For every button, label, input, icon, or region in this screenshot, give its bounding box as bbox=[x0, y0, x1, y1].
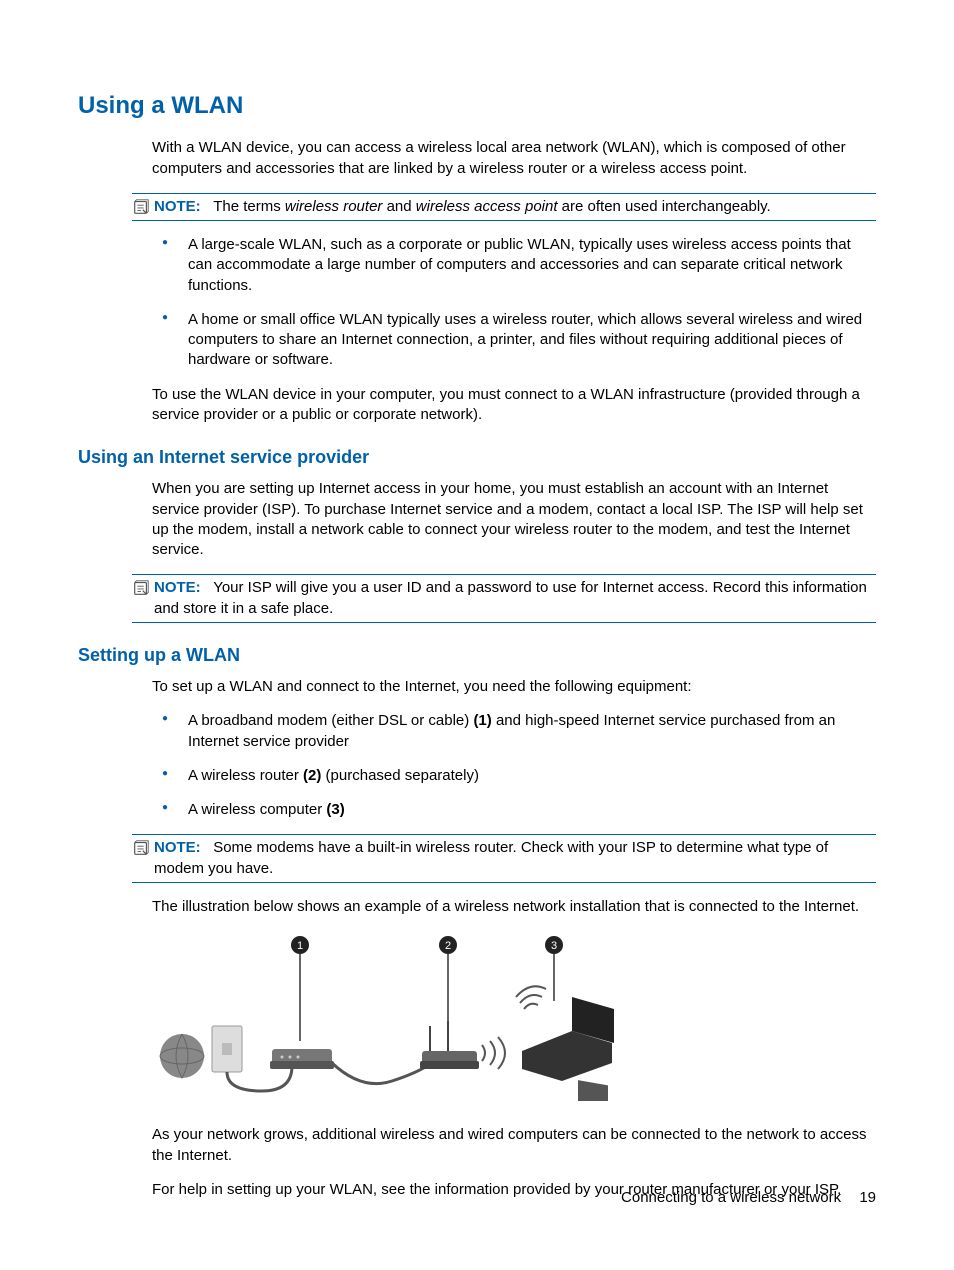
network-diagram: 1 2 3 bbox=[152, 931, 876, 1107]
setup-intro-paragraph: To set up a WLAN and connect to the Inte… bbox=[152, 677, 876, 697]
page-number: 19 bbox=[859, 1189, 876, 1206]
list-item: A wireless router (2) (purchased separat… bbox=[152, 766, 876, 786]
equipment-list: A broadband modem (either DSL or cable) … bbox=[152, 711, 876, 820]
callout-1: 1 bbox=[297, 940, 303, 952]
note-text: NOTE: The terms wireless router and wire… bbox=[154, 197, 876, 217]
note-label: NOTE: bbox=[154, 198, 201, 215]
page-footer: Connecting to a wireless network 19 bbox=[621, 1188, 876, 1208]
page-title: Using a WLAN bbox=[78, 90, 876, 122]
list-item: A large-scale WLAN, such as a corporate … bbox=[152, 235, 876, 296]
note-builtin-router: NOTE: Some modems have a built-in wirele… bbox=[132, 834, 876, 883]
note-label: NOTE: bbox=[154, 579, 201, 596]
note-text: NOTE: Your ISP will give you a user ID a… bbox=[154, 578, 876, 619]
note-icon bbox=[132, 198, 150, 216]
note-terms: NOTE: The terms wireless router and wire… bbox=[132, 193, 876, 221]
list-item: A home or small office WLAN typically us… bbox=[152, 310, 876, 371]
subheading-isp: Using an Internet service provider bbox=[78, 445, 876, 469]
subheading-setup: Setting up a WLAN bbox=[78, 643, 876, 667]
wlan-types-list: A large-scale WLAN, such as a corporate … bbox=[152, 235, 876, 371]
note-icon bbox=[132, 579, 150, 597]
note-isp-credentials: NOTE: Your ISP will give you a user ID a… bbox=[132, 574, 876, 623]
callout-3: 3 bbox=[551, 940, 557, 952]
note-icon bbox=[132, 839, 150, 857]
isp-paragraph: When you are setting up Internet access … bbox=[152, 479, 876, 560]
list-item: A wireless computer (3) bbox=[152, 800, 876, 820]
note-label: NOTE: bbox=[154, 839, 201, 856]
footer-section: Connecting to a wireless network bbox=[621, 1189, 841, 1206]
intro-paragraph: With a WLAN device, you can access a wir… bbox=[152, 138, 876, 179]
growth-paragraph: As your network grows, additional wirele… bbox=[152, 1125, 876, 1166]
infrastructure-paragraph: To use the WLAN device in your computer,… bbox=[152, 385, 876, 426]
callout-2: 2 bbox=[445, 940, 451, 952]
list-item: A broadband modem (either DSL or cable) … bbox=[152, 711, 876, 752]
note-text: NOTE: Some modems have a built-in wirele… bbox=[154, 838, 876, 879]
illustration-caption: The illustration below shows an example … bbox=[152, 897, 876, 917]
